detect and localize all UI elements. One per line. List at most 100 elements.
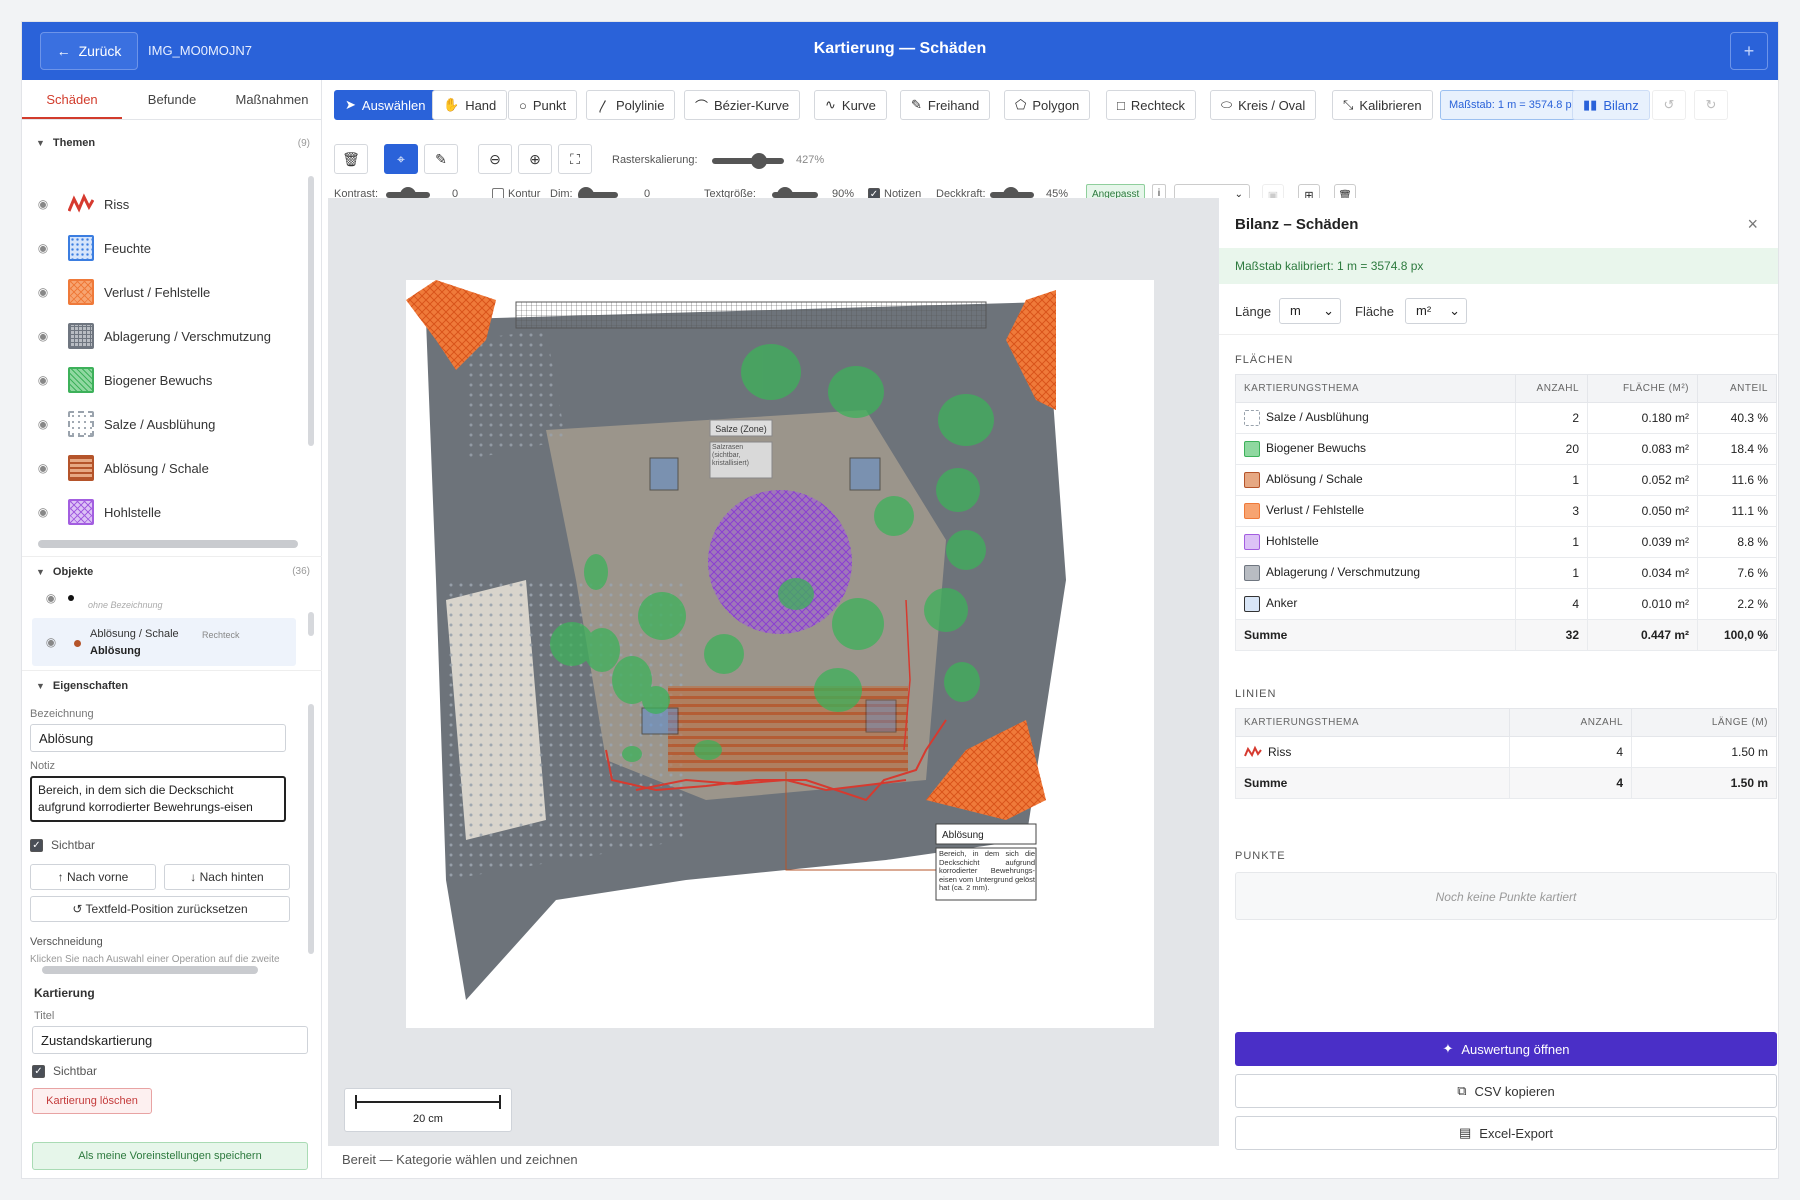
- delete-mapping-button[interactable]: Kartierung löschen: [32, 1088, 152, 1114]
- theme-label: Biogener Bewuchs: [104, 372, 213, 388]
- list-item[interactable]: ◉: [42, 588, 302, 608]
- zoom-in-button[interactable]: ⊕: [518, 144, 552, 174]
- color-dot: [74, 640, 81, 647]
- properties-section-header[interactable]: ▼ Eigenschaften: [22, 670, 322, 700]
- eye-icon[interactable]: ◉: [34, 505, 52, 519]
- close-icon[interactable]: ×: [1747, 214, 1758, 235]
- eye-icon[interactable]: ◉: [34, 417, 52, 431]
- pen-button[interactable]: ✎: [424, 144, 458, 174]
- name-input[interactable]: Ablösung: [30, 724, 286, 752]
- objects-section-header[interactable]: ▼ Objekte (36): [22, 556, 322, 586]
- chevron-down-icon: ▼: [36, 566, 45, 577]
- delete-button[interactable]: 🗑: [334, 144, 368, 174]
- excel-export-button[interactable]: ▤ Excel-Export: [1235, 1116, 1777, 1150]
- count-cell: 4: [1509, 736, 1632, 768]
- note-textarea[interactable]: Bereich, in dem sich die Deckschicht auf…: [30, 776, 286, 822]
- snap-button[interactable]: ⌖: [384, 144, 418, 174]
- tab-schaeden[interactable]: Schäden: [22, 80, 122, 119]
- length-unit-select[interactable]: m ⌄: [1279, 298, 1341, 324]
- properties-scrollbar[interactable]: [308, 704, 314, 954]
- theme-item-feuchte[interactable]: ◉ Feuchte: [34, 226, 294, 270]
- tool-curve-button[interactable]: ∿ Kurve: [814, 90, 887, 120]
- tool-polyline-button[interactable]: 〳 Polylinie: [586, 90, 676, 120]
- eye-icon[interactable]: ◉: [42, 635, 60, 649]
- scale-badge: Maßstab: 1 m = 3574.8 px: [1440, 90, 1587, 120]
- tool-select-button[interactable]: ➤ Auswählen: [334, 90, 437, 120]
- table-sum-row: Summe 4 1.50 m: [1235, 767, 1777, 799]
- fit-view-button[interactable]: ⛶: [558, 144, 592, 174]
- theme-item-bewuchs[interactable]: ◉ Biogener Bewuchs: [34, 358, 294, 402]
- eye-icon[interactable]: ◉: [34, 373, 52, 387]
- redo-button[interactable]: ↻: [1694, 90, 1728, 120]
- theme-item-salze[interactable]: ◉ Salze / Ausblühung: [34, 402, 294, 446]
- calibrate-button[interactable]: ⤡ Kalibrieren: [1332, 90, 1433, 120]
- scale-label: 20 cm: [413, 1113, 443, 1125]
- grid-scale-slider[interactable]: [712, 153, 784, 169]
- eye-icon[interactable]: ◉: [34, 461, 52, 475]
- add-button[interactable]: +: [1730, 32, 1768, 70]
- eye-icon[interactable]: ◉: [42, 591, 60, 605]
- send-backward-button[interactable]: ↓ Nach hinten: [164, 864, 290, 890]
- tool-point-button[interactable]: ○ Punkt: [508, 90, 578, 120]
- drawing-canvas[interactable]: Salze (Zone) Salzrasen (sichtbar, krista…: [328, 198, 1218, 1146]
- tool-label: Punkt: [532, 97, 567, 113]
- undo-button[interactable]: ↺: [1652, 90, 1686, 120]
- tool-hand-button[interactable]: ✋ Hand: [432, 90, 508, 120]
- tab-massnahmen[interactable]: Maßnahmen: [222, 80, 322, 119]
- count-cell: 32: [1515, 619, 1588, 651]
- open-evaluation-button[interactable]: ✦ Auswertung öffnen: [1235, 1032, 1777, 1066]
- tool-polygon-button[interactable]: ⬠ Polygon: [1004, 90, 1091, 120]
- mapping-visible-checkbox[interactable]: ✓ Sichtbar: [32, 1064, 97, 1078]
- tool-ellipse-button[interactable]: ⬭ Kreis / Oval: [1210, 90, 1317, 120]
- themes-section-header[interactable]: ▼ Themen (9): [22, 128, 322, 158]
- tool-freehand-button[interactable]: ✎ Freihand: [900, 90, 991, 120]
- eye-icon[interactable]: ◉: [34, 197, 52, 211]
- share-cell: 100,0 %: [1697, 619, 1777, 651]
- slider-knob[interactable]: [751, 153, 768, 169]
- theme-item-ablagerung[interactable]: ◉ Ablagerung / Verschmutzung: [34, 314, 294, 358]
- grid-scale-label: Rasterskalierung:: [612, 154, 698, 166]
- theme-item-verlust[interactable]: ◉ Verlust / Fehlstelle: [34, 270, 294, 314]
- theme-item-abloesung[interactable]: ◉ Ablösung / Schale: [34, 446, 294, 490]
- save-defaults-button[interactable]: Als meine Voreinstellungen speichern: [32, 1142, 308, 1170]
- tool-label: Freihand: [927, 97, 980, 113]
- list-item-selected[interactable]: ◉ Ablösung / Schale Rechteck Ablösung: [32, 618, 296, 666]
- bring-forward-button[interactable]: ↑ Nach vorne: [30, 864, 156, 890]
- callout-title: Ablösung: [942, 830, 984, 841]
- table-sum-row: Summe 32 0.447 m² 100,0 %: [1235, 619, 1777, 651]
- theme-cell: Ablagerung / Verschmutzung: [1266, 565, 1421, 580]
- grid-icon: [68, 323, 94, 349]
- eye-icon[interactable]: ◉: [34, 329, 52, 343]
- count-cell: 2: [1515, 402, 1588, 434]
- visible-checkbox[interactable]: ✓ Sichtbar: [30, 838, 95, 852]
- theme-item-riss[interactable]: ◉ Riss: [34, 182, 294, 226]
- mapping-title-input[interactable]: Zustandskartierung: [32, 1026, 308, 1054]
- intersect-label: Verschneidung: [30, 936, 103, 948]
- eye-icon[interactable]: ◉: [34, 241, 52, 255]
- zoom-out-button[interactable]: ⊖: [478, 144, 512, 174]
- ellipse-icon: ⬭: [1221, 97, 1233, 112]
- share-cell: 18.4 %: [1697, 433, 1777, 465]
- app-header: ← Zurück IMG_MO0MOJN7 Kartierung — Schäd…: [22, 22, 1778, 80]
- theme-item-hohlstelle[interactable]: ◉ Hohlstelle: [34, 490, 294, 534]
- name-label: Bezeichnung: [30, 708, 94, 720]
- bilanz-button[interactable]: ▮▮ Bilanz: [1572, 90, 1650, 120]
- area-unit-select[interactable]: m² ⌄: [1405, 298, 1467, 324]
- eye-icon[interactable]: ◉: [34, 285, 52, 299]
- theme-label: Feuchte: [104, 240, 151, 256]
- themes-scrollbar[interactable]: [308, 176, 314, 446]
- tab-befunde[interactable]: Befunde: [122, 80, 222, 119]
- copy-csv-button[interactable]: ⧉ CSV kopieren: [1235, 1074, 1777, 1108]
- areas-table: KARTIERUNGSTHEMA ANZAHL FLÄCHE (M²) ANTE…: [1235, 374, 1777, 651]
- share-cell: 2.2 %: [1697, 588, 1777, 620]
- tool-bezier-button[interactable]: ⌒ Bézier-Kurve: [684, 90, 801, 120]
- callout-text: Bereich, in dem sich die Deckschicht auf…: [939, 850, 1035, 892]
- objects-scrollbar[interactable]: [308, 612, 314, 636]
- properties-hscrollbar[interactable]: [42, 966, 258, 974]
- reset-textfield-button[interactable]: ↺ Textfeld-Position zurücksetzen: [30, 896, 290, 922]
- themes-hscrollbar[interactable]: [38, 540, 298, 548]
- button-label: CSV kopieren: [1474, 1083, 1555, 1099]
- calibrate-icon: ⤡: [1343, 97, 1354, 112]
- tool-rectangle-button[interactable]: □ Rechteck: [1106, 90, 1197, 120]
- column-header: FLÄCHE (M²): [1587, 374, 1698, 403]
